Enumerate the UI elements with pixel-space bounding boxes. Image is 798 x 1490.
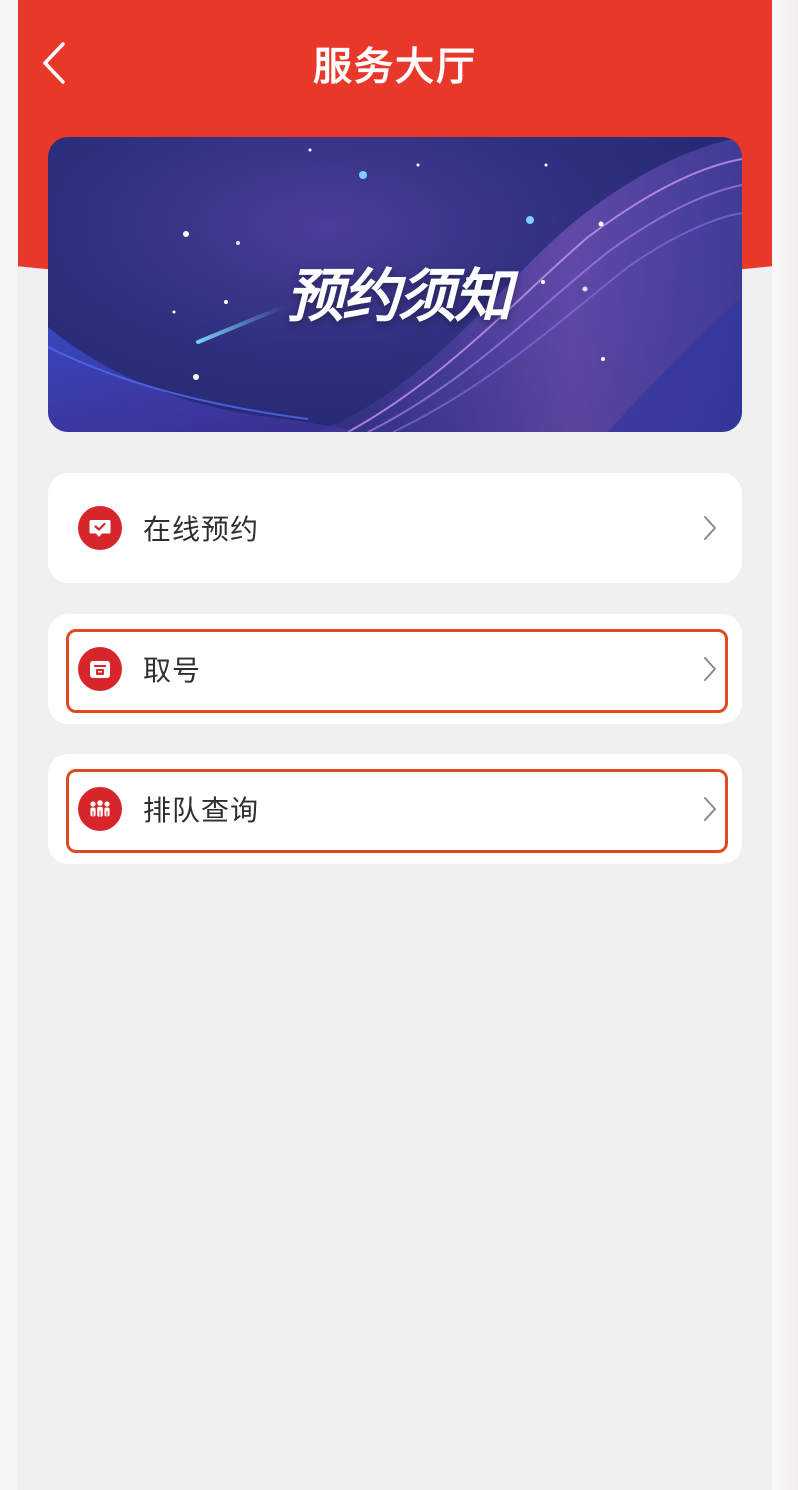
chevron-right-icon — [704, 657, 716, 681]
menu-item-take-number[interactable]: 取号 — [48, 614, 742, 724]
menu-item-label: 排队查询 — [143, 794, 260, 827]
menu-item-online-booking[interactable]: 在线预约 — [48, 473, 742, 583]
queue-people-icon — [78, 787, 122, 831]
menu-item-label: 在线预约 — [143, 513, 260, 546]
page-title: 服务大厅 — [312, 45, 477, 90]
banner-title: 预约须知 — [285, 262, 512, 330]
menu-item-label: 取号 — [143, 654, 202, 687]
chevron-right-icon — [704, 797, 716, 821]
service-hall-screen: 服务大厅 预约须知 在线预约 取号 排队查询 — [18, 0, 772, 1490]
ticket-dispenser-icon — [78, 647, 122, 691]
notice-banner[interactable]: 预约须知 — [48, 137, 742, 432]
menu-item-queue-query[interactable]: 排队查询 — [48, 754, 742, 864]
calendar-check-icon — [78, 506, 122, 550]
chevron-right-icon — [704, 516, 716, 540]
screen-right-margin — [772, 0, 798, 1490]
